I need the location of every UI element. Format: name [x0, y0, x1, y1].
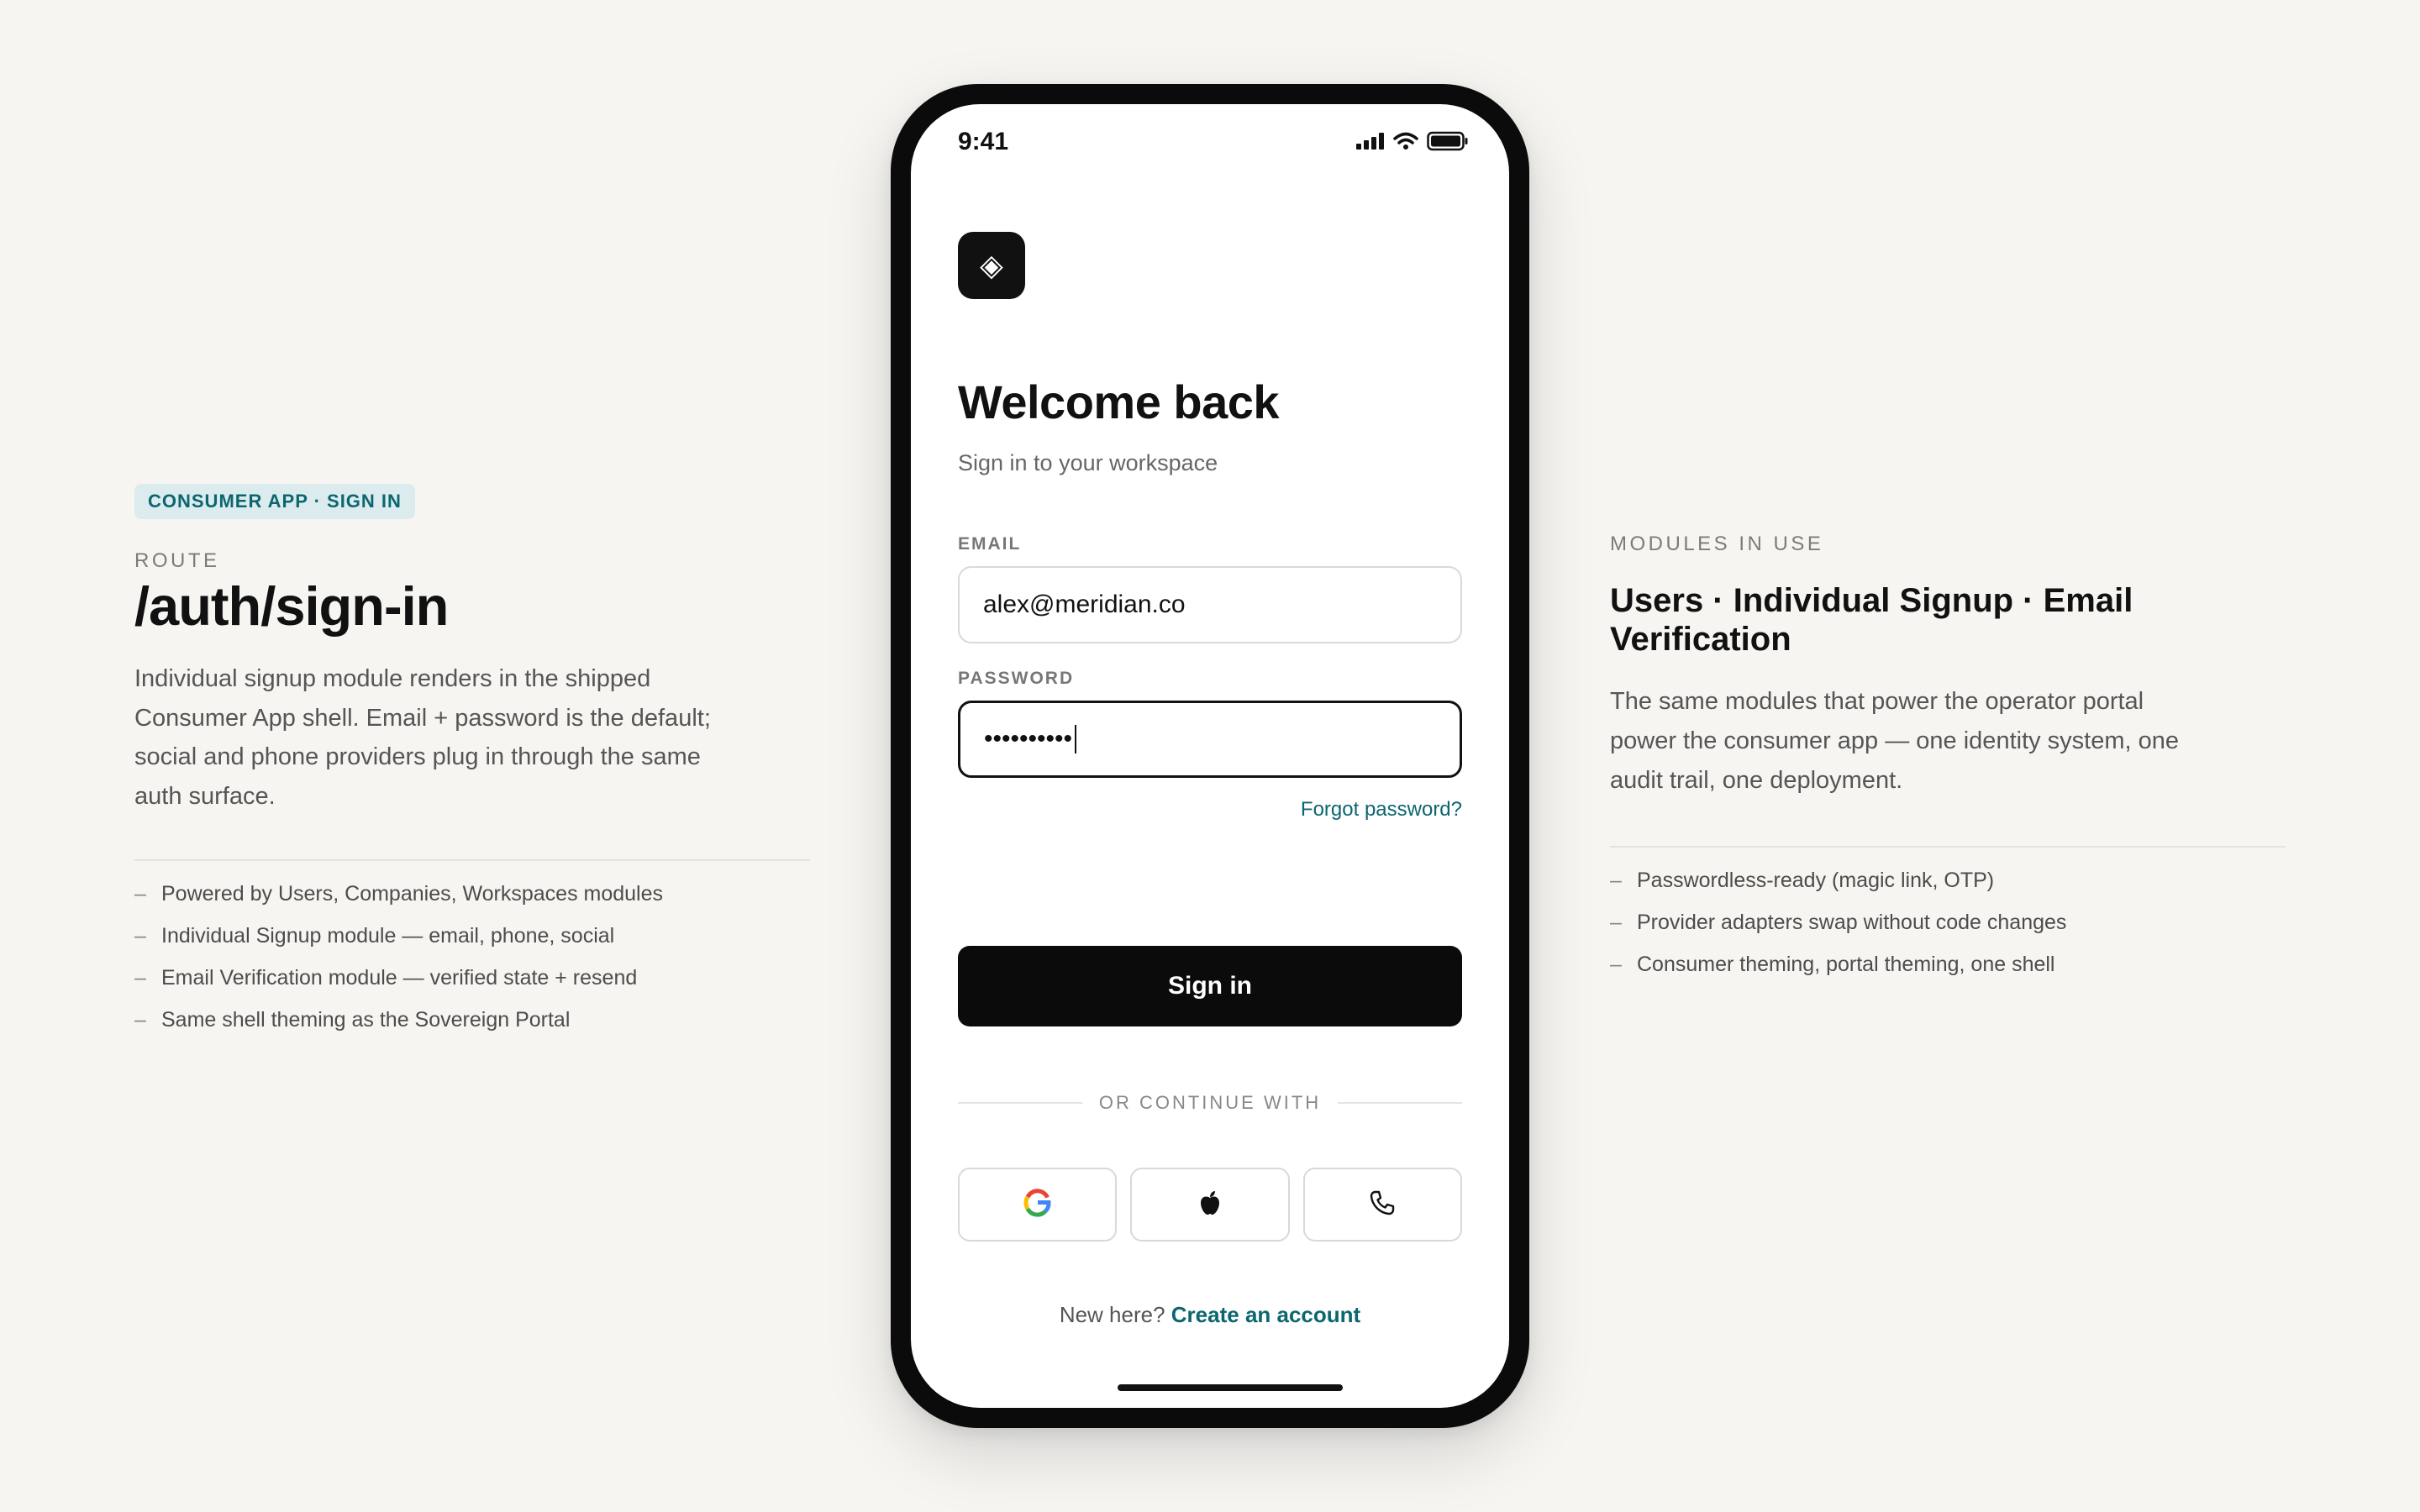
list-item: – Consumer theming, portal theming, one s… — [1610, 953, 2055, 976]
create-account-link[interactable]: Create an account — [1171, 1302, 1360, 1327]
modules-description: The same modules that power the operator… — [1610, 688, 2180, 794]
apple-icon — [1199, 1190, 1221, 1220]
right-panel: MODULES IN USE Users · Individual Signup… — [1610, 533, 2286, 985]
divider-text: OR CONTINUE WITH — [1098, 1092, 1322, 1113]
page-title: Welcome back — [958, 375, 1280, 428]
list-item: – Provider adapters swap without code cha… — [1610, 911, 2067, 934]
text-caret — [1075, 725, 1077, 753]
email-value: alex@meridian.co — [983, 591, 1186, 618]
divider-line — [958, 1102, 1082, 1104]
password-value: •••••••••• — [984, 725, 1073, 753]
phone-screen: 9:41 ◈ Welcome back Sign in to your work… — [911, 104, 1509, 1408]
phone-frame: 9:41 ◈ Welcome back Sign in to your work… — [891, 84, 1529, 1428]
home-indicator — [1118, 1384, 1343, 1391]
feature-list: – Powered by Users, Companies, Workspaces… — [134, 873, 810, 1041]
or-divider: OR CONTINUE WITH — [958, 1092, 1463, 1114]
page-subtitle: Sign in to your workspace — [958, 450, 1218, 475]
signup-prompt: New here? Create an account — [911, 1302, 1509, 1328]
list-item: – Powered by Users, Companies, Workspaces… — [134, 882, 664, 906]
route-description: Individual signup module renders in the … — [134, 665, 711, 810]
status-time: 9:41 — [958, 128, 1009, 155]
status-icons — [1356, 131, 1469, 155]
modules-eyebrow: MODULES IN USE — [1610, 533, 1824, 555]
divider — [1610, 846, 2286, 848]
left-panel: CONSUMER APP · SIGN IN ROUTE /auth/sign-… — [134, 484, 810, 1041]
google-sign-in-button[interactable] — [958, 1168, 1118, 1242]
route-title: /auth/sign-in — [134, 575, 449, 637]
diamond-logo-icon: ◈ — [958, 232, 1025, 299]
divider-line — [1338, 1102, 1463, 1104]
password-field[interactable]: •••••••••• — [958, 701, 1462, 778]
email-label: EMAIL — [958, 534, 1022, 554]
google-icon — [1023, 1188, 1052, 1221]
forgot-password-link[interactable]: Forgot password? — [1301, 798, 1462, 822]
sign-in-button[interactable]: Sign in — [958, 946, 1462, 1026]
apple-sign-in-button[interactable] — [1130, 1168, 1290, 1242]
list-item: – Same shell theming as the Sovereign Por… — [134, 1008, 571, 1032]
battery-icon — [1427, 131, 1469, 155]
list-item: – Passwordless-ready (magic link, OTP) — [1610, 869, 1995, 892]
signal-icon — [1356, 133, 1385, 154]
context-badge: CONSUMER APP · SIGN IN — [134, 484, 415, 519]
modules-title: Users · Individual Signup · Email Verifi… — [1610, 582, 2133, 658]
new-here-text: New here? — [1059, 1302, 1165, 1327]
phone-icon — [1369, 1189, 1396, 1221]
modules-list: – Passwordless-ready (magic link, OTP) – P… — [1610, 859, 2286, 985]
password-label: PASSWORD — [958, 669, 1075, 688]
list-item: – Email Verification module — verified st… — [134, 966, 638, 990]
phone-sign-in-button[interactable] — [1302, 1168, 1462, 1242]
route-eyebrow: ROUTE — [134, 549, 220, 572]
email-field[interactable]: alex@meridian.co — [958, 566, 1462, 643]
divider — [134, 859, 810, 861]
wifi-icon — [1393, 132, 1418, 155]
list-item: – Individual Signup module — email, phone… — [134, 924, 615, 948]
social-buttons — [958, 1168, 1462, 1242]
